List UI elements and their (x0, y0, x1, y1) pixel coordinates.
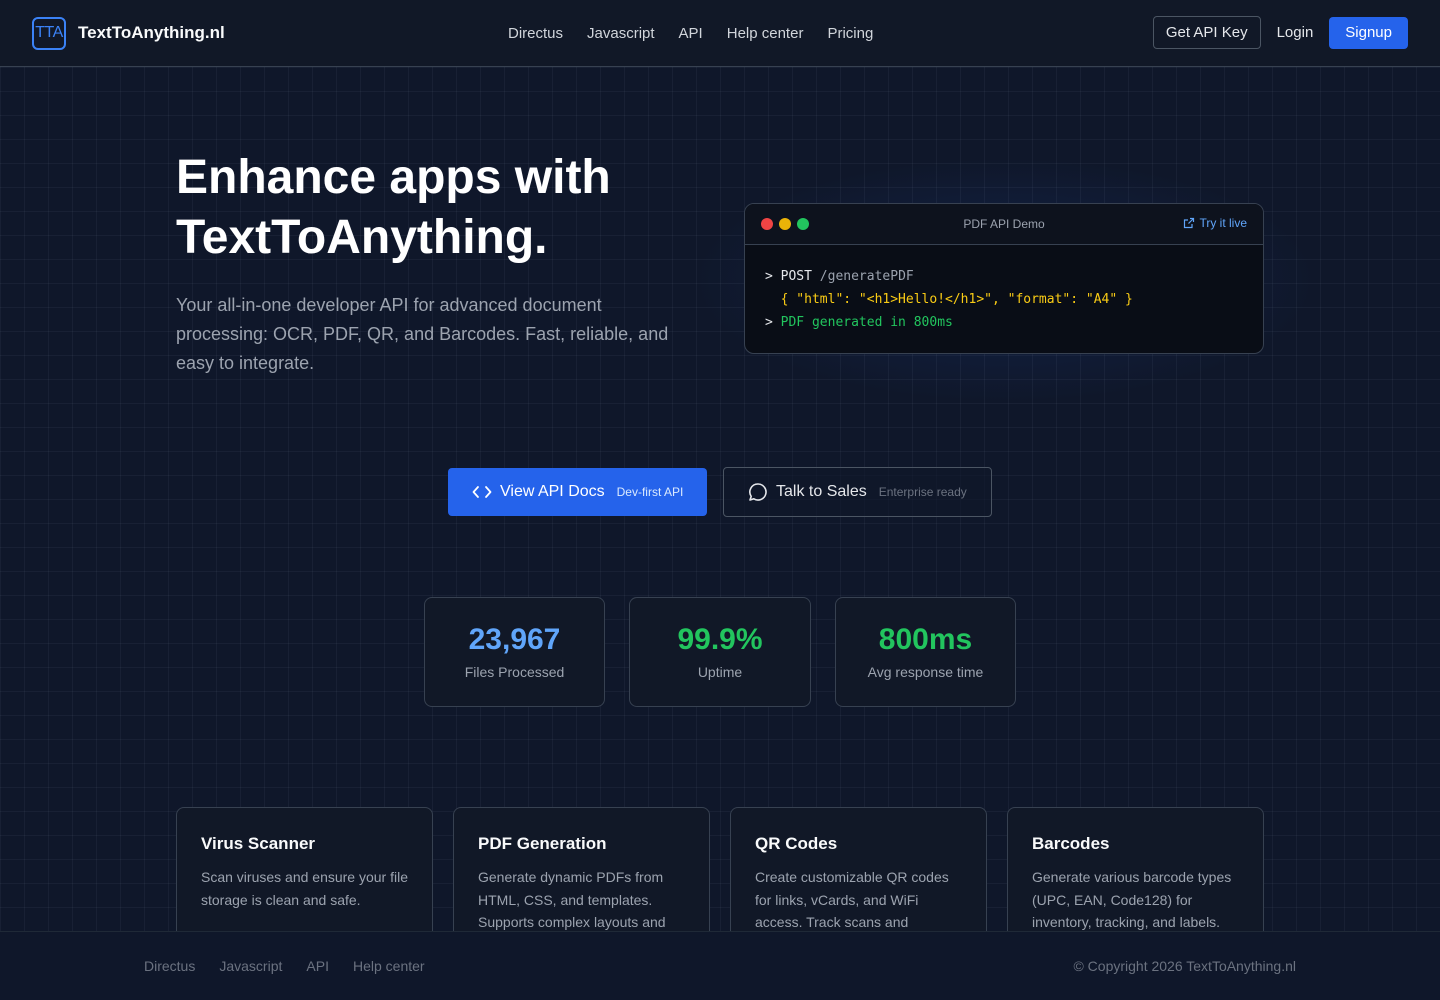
hero-title-line-1: Enhance apps with (176, 151, 611, 204)
http-method: POST (780, 269, 812, 284)
stat-label: Uptime (697, 664, 743, 680)
terminal-line-payload: { "html": "<h1>Hello!</h1>", "format": "… (765, 288, 1243, 311)
hero-title-line-2: TextToAnything. (176, 211, 548, 264)
nav-link-help-center[interactable]: Help center (727, 21, 804, 46)
external-link-icon (1184, 217, 1195, 229)
nav-link-pricing[interactable]: Pricing (827, 21, 873, 46)
api-demo-terminal: PDF API Demo Try it live > POST /generat… (744, 203, 1264, 354)
feature-description: Generate dynamic PDFs from HTML, CSS, an… (478, 869, 666, 930)
copyright: © Copyright 2026 TextToAnything.nl (1073, 957, 1296, 974)
stat-label: Avg response time (867, 664, 984, 680)
login-button[interactable]: Login (1273, 24, 1318, 41)
terminal-line-request: > POST /generatePDF (765, 265, 1243, 288)
try-it-live-label: Try it live (1199, 216, 1247, 230)
hero-subtitle: Your all-in-one developer API for advanc… (176, 295, 669, 373)
brand[interactable]: TTA TextToAnything.nl (32, 16, 225, 50)
enterprise-ready-tag: Enterprise ready (878, 485, 967, 499)
talk-to-sales-button[interactable]: Talk to Sales Enterprise ready (723, 467, 992, 517)
main-nav: Directus Javascript API Help center Pric… (508, 0, 873, 67)
footer-links: Directus Javascript API Help center (144, 932, 425, 999)
stat-card-files: 23,967 Files Processed (424, 597, 605, 707)
feature-title: QR Codes (755, 834, 838, 853)
feature-description: Create customizable QR codes for links, … (755, 869, 949, 930)
nav-link-api[interactable]: API (679, 21, 703, 46)
view-api-docs-button[interactable]: View API Docs Dev-first API (448, 468, 707, 516)
signup-button[interactable]: Signup (1329, 16, 1408, 49)
feature-description: Generate various barcode types (UPC, EAN… (1032, 869, 1232, 930)
top-navbar: TTA TextToAnything.nl Directus Javascrip… (0, 0, 1440, 67)
terminal-line-result: > PDF generated in 800ms (765, 311, 1243, 334)
stat-value: 800ms (878, 623, 973, 656)
feature-title: PDF Generation (478, 834, 607, 853)
footer: Directus Javascript API Help center © Co… (0, 931, 1440, 1000)
stat-card-response-time: 800ms Avg response time (835, 597, 1016, 707)
nav-link-directus[interactable]: Directus (508, 21, 563, 46)
stat-value: 23,967 (468, 623, 561, 656)
prompt-symbol: > (765, 269, 773, 284)
stat-card-uptime: 99.9% Uptime (629, 597, 811, 707)
hero-title: Enhance apps with TextToAnything. (176, 148, 736, 268)
endpoint-path: /generatePDF (819, 269, 914, 284)
get-api-key-button[interactable]: Get API Key (1152, 16, 1261, 49)
stat-value: 99.9% (677, 623, 763, 656)
footer-link-javascript[interactable]: Javascript (219, 958, 282, 974)
footer-link-directus[interactable]: Directus (144, 958, 195, 974)
footer-link-api[interactable]: API (306, 958, 329, 974)
logo: TTA (32, 16, 66, 50)
talk-to-sales-label: Talk to Sales (776, 483, 867, 500)
chat-bubble-icon (749, 483, 767, 501)
terminal-body: > POST /generatePDF { "html": "<h1>Hello… (745, 245, 1263, 334)
dev-first-tag: Dev-first API (616, 485, 684, 499)
feature-description: Scan viruses and ensure your file storag… (201, 869, 408, 908)
nav-link-javascript[interactable]: Javascript (587, 21, 655, 46)
terminal-titlebar: PDF API Demo Try it live (745, 204, 1263, 245)
view-api-docs-label: View API Docs (500, 483, 605, 500)
feature-title: Barcodes (1032, 834, 1110, 853)
result-text: PDF generated in 800ms (780, 315, 953, 330)
code-brackets-icon (472, 486, 492, 498)
header-actions: Get API Key Login Signup (1152, 16, 1408, 49)
try-it-live-link[interactable]: Try it live (1183, 216, 1247, 230)
brand-name: TextToAnything.nl (78, 23, 225, 42)
feature-title: Virus Scanner (201, 834, 316, 853)
prompt-symbol: > (765, 315, 773, 330)
request-payload: { "html": "<h1>Hello!</h1>", "format": "… (780, 292, 1133, 307)
footer-link-help-center[interactable]: Help center (353, 958, 425, 974)
stat-label: Files Processed (464, 664, 565, 680)
